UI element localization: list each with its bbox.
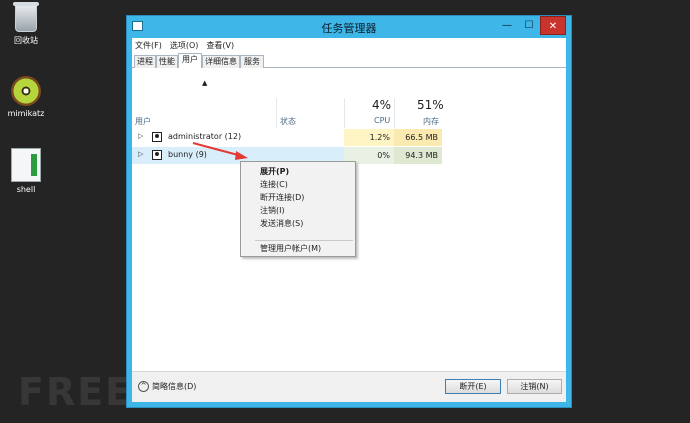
arrow-head xyxy=(235,151,248,160)
arrow-shaft xyxy=(192,142,239,156)
annotation-arrow xyxy=(192,142,248,160)
